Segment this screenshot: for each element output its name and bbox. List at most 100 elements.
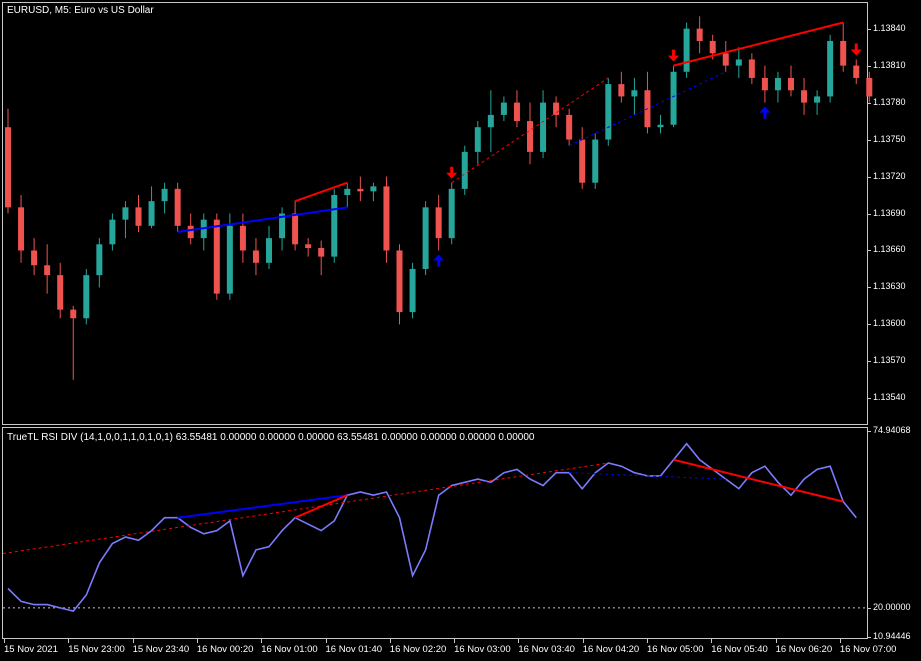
price-tick-label: 1.13600 [868, 318, 906, 329]
rsi-bear-divergence-dashed [2, 462, 609, 555]
candle-body [579, 139, 586, 183]
candle-body [592, 139, 599, 183]
candle-body [866, 77, 873, 97]
candle-body [318, 248, 325, 257]
candle-body [553, 102, 560, 115]
candle-body [801, 90, 808, 103]
time-tick-label: 16 Nov 07:00 [839, 639, 897, 655]
candle-body [527, 121, 533, 152]
candle-body [96, 244, 103, 276]
candle-body [344, 188, 351, 196]
bear-arrow-icon [668, 49, 680, 62]
candle-body [513, 102, 520, 122]
rsi-bear-divergence [673, 458, 844, 503]
candle-body [266, 238, 272, 263]
candle-body [122, 207, 129, 220]
time-tick-label: 16 Nov 03:40 [518, 639, 575, 655]
candle-body [135, 207, 142, 226]
candle-body [409, 268, 416, 313]
candle-body [474, 127, 481, 152]
candle-body [5, 127, 11, 208]
candle-body [853, 65, 860, 78]
candle-body [840, 40, 847, 66]
time-tick-label: 16 Nov 04:20 [582, 639, 640, 655]
candle-body [827, 40, 834, 97]
chart-drawing [2, 16, 873, 612]
candle-body [735, 59, 742, 66]
indicator-tick-label: 74.94068 [868, 425, 911, 435]
price-tick-label: 1.13780 [868, 96, 906, 107]
candle-body [814, 96, 821, 103]
candle-body [18, 207, 25, 251]
candle-body [305, 244, 312, 249]
price-tick-label: 1.13720 [868, 170, 906, 181]
candle-body [631, 90, 638, 97]
candle-body [435, 207, 442, 239]
candle-body [239, 225, 246, 251]
time-tick-label: 16 Nov 02:20 [389, 639, 447, 655]
bull-arrow-icon [433, 254, 445, 267]
candle-body [57, 275, 64, 310]
price-tick-label: 1.13690 [868, 207, 906, 218]
bear-arrow-icon [850, 43, 862, 56]
candle-body [396, 250, 403, 313]
candle-body [722, 53, 729, 66]
candle-body [292, 213, 299, 245]
time-tick-label: 15 Nov 23:40 [132, 639, 190, 655]
candle-body [709, 40, 716, 54]
bear-divergence-line [294, 181, 348, 203]
candle-body [448, 188, 455, 239]
time-tick-label: 16 Nov 01:00 [261, 639, 318, 655]
candle-body [70, 309, 77, 319]
candle-body [696, 28, 703, 41]
candle-body [213, 219, 220, 294]
price-tick-label: 1.13810 [868, 59, 906, 70]
time-tick-label: 16 Nov 03:00 [454, 639, 511, 655]
candle-body [422, 207, 429, 269]
price-tick-label: 1.13750 [868, 133, 906, 144]
rsi-line [7, 442, 857, 612]
candle-body [566, 114, 573, 140]
candle-body [252, 250, 259, 263]
price-tick-label: 1.13540 [868, 392, 906, 403]
time-tick-label: 15 Nov 2021 [4, 639, 58, 655]
candle-body [788, 77, 794, 91]
candle-body [83, 275, 90, 319]
indicator-tick-label: 10.94446 [868, 631, 911, 641]
candle-body [187, 225, 194, 239]
candle-body [148, 201, 155, 226]
candle-body [161, 188, 168, 202]
candle-body [44, 265, 51, 276]
price-tick-label: 1.13840 [868, 22, 906, 33]
candle-body [618, 84, 625, 97]
candle-body [383, 186, 390, 251]
candle-body [331, 195, 338, 257]
candle-body [500, 102, 507, 115]
candle-body [540, 102, 547, 152]
candle-body [226, 225, 233, 294]
time-tick-label: 16 Nov 01:40 [325, 639, 383, 655]
candle-body [657, 124, 664, 128]
candle-body [683, 28, 690, 72]
candle-body [461, 151, 468, 189]
candle-body [174, 188, 181, 226]
candle-body [357, 188, 364, 192]
candle-body [605, 84, 612, 140]
candle-body [748, 59, 755, 78]
time-tick-label: 15 Nov 23:00 [68, 639, 125, 655]
indicator-tick-label: 20.00000 [868, 601, 911, 612]
time-tick-label: 16 Nov 00:20 [196, 639, 254, 655]
candle-body [370, 186, 377, 192]
candle-body [774, 77, 781, 91]
bear-arrow-icon [446, 166, 458, 179]
candle-body [487, 114, 494, 128]
time-tick-label: 16 Nov 05:40 [711, 639, 768, 655]
price-tick-label: 1.13570 [868, 355, 906, 366]
time-tick-label: 16 Nov 05:00 [647, 639, 704, 655]
time-tick-label: 16 Nov 06:20 [775, 639, 833, 655]
price-tick-label: 1.13660 [868, 244, 906, 255]
price-tick-label: 1.13630 [868, 281, 906, 292]
candle-body [31, 250, 38, 266]
bull-arrow-icon [759, 106, 771, 119]
candle-body [670, 71, 677, 125]
